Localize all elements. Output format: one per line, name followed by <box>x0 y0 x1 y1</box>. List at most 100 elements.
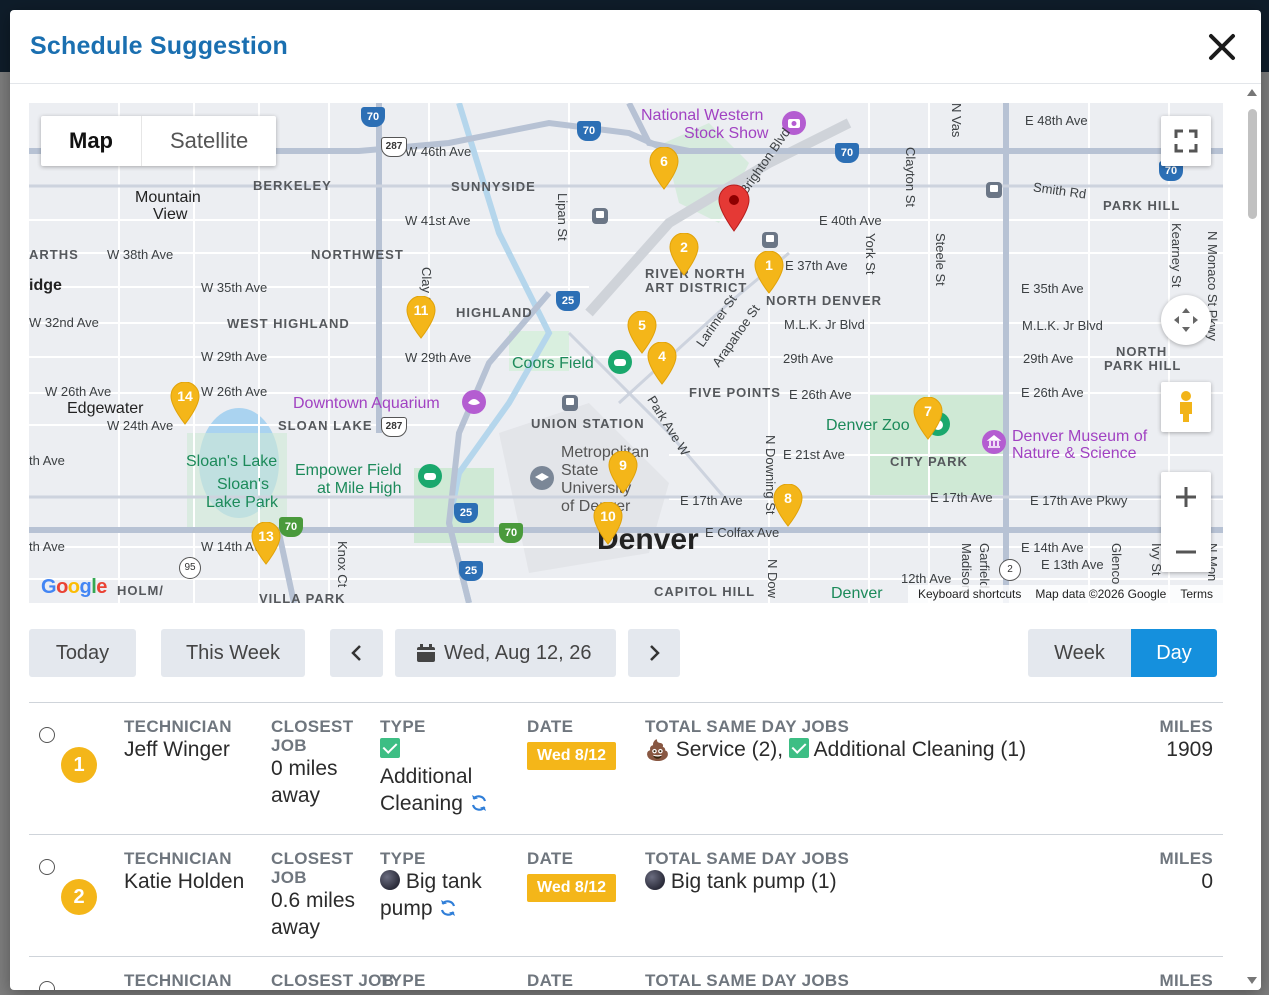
map-label-lipan: Lipan St <box>555 193 570 241</box>
day-view-button[interactable]: Day <box>1131 629 1217 677</box>
map[interactable]: National Western Stock Show E 48th Ave W… <box>29 103 1223 603</box>
closest-job-header: CLOSEST JOB <box>271 849 354 887</box>
miles-header: MILES <box>1159 849 1213 868</box>
map-label-n-vas: N Vas <box>949 103 964 138</box>
map-label-th-ave: th Ave <box>29 453 65 468</box>
map-type-map-button[interactable]: Map <box>41 116 142 166</box>
select-radio[interactable] <box>39 727 55 743</box>
interstate-70-shield: 70 <box>361 107 385 127</box>
modal-scrollbar[interactable] <box>1243 85 1261 990</box>
select-radio[interactable] <box>39 981 55 990</box>
map-data-attribution: Map data ©2026 Google <box>1035 587 1167 601</box>
map-pin-7[interactable]: 7 <box>913 396 943 441</box>
map-label-w29th-a: W 29th Ave <box>201 349 268 364</box>
chevron-left-icon <box>351 645 361 661</box>
suggestion-row[interactable]: TECHNICIAN CLOSEST JOB TYPE DATE TOTAL S… <box>29 956 1223 990</box>
prev-date-button[interactable] <box>330 629 383 677</box>
google-logo: Google <box>41 576 107 598</box>
modal-body: National Western Stock Show E 48th Ave W… <box>10 85 1243 990</box>
map-label-e26th-b: E 26th Ave <box>1021 385 1084 400</box>
type-header: TYPE <box>380 849 426 868</box>
zoom-in-icon[interactable] <box>1161 472 1211 522</box>
rank-badge: 2 <box>61 879 97 915</box>
fullscreen-button[interactable] <box>1161 116 1211 166</box>
closest-job-header: CLOSEST JOB <box>271 717 354 755</box>
map-pan-control[interactable] <box>1161 295 1211 345</box>
street-view-pegman-button[interactable] <box>1161 382 1211 432</box>
map-label-w41st: W 41st Ave <box>405 213 471 228</box>
map-label-sloans-lake-park-2: Lake Park <box>206 494 279 511</box>
transit-icon <box>592 208 608 224</box>
pegman-icon <box>1180 391 1192 422</box>
scroll-thumb[interactable] <box>1248 109 1257 219</box>
map-label-e17th-b: E 17th Ave <box>930 490 993 505</box>
technician-header: TECHNICIAN <box>124 717 232 736</box>
map-label-kearney: Kearney St <box>1169 223 1184 288</box>
closest-job-column: CLOSEST JOB <box>271 971 394 990</box>
chevron-right-icon <box>650 645 660 661</box>
fullscreen-icon <box>1174 129 1198 153</box>
keyboard-shortcuts-link[interactable]: Keyboard shortcuts <box>918 585 1021 603</box>
map-label-edgewater: Edgewater <box>67 400 144 417</box>
map-label-sunnyside: SUNNYSIDE <box>451 179 536 194</box>
suggestion-row[interactable]: 2 TECHNICIAN Katie Holden CLOSEST JOB 0.… <box>29 834 1223 956</box>
type-column: TYPE <box>380 971 426 990</box>
today-button[interactable]: Today <box>29 629 136 677</box>
interstate-25-shield-3: 25 <box>459 561 483 581</box>
date-toolbar: Today This Week Wed, Aug 12, 26 Week Day <box>29 629 1217 677</box>
scroll-up-arrow-icon[interactable] <box>1247 89 1257 96</box>
suggestion-row[interactable]: 1 TECHNICIAN Jeff Winger CLOSEST JOB 0 m… <box>29 702 1223 834</box>
date-picker-button[interactable]: Wed, Aug 12, 26 <box>395 629 616 677</box>
close-button[interactable] <box>1207 32 1237 62</box>
type-value: Additional Cleaning <box>380 736 500 817</box>
map-label-denver-zoo: Denver Zoo <box>826 417 910 434</box>
us-287-shield-2: 287 <box>381 417 407 437</box>
route-2-shield: 2 <box>999 559 1021 581</box>
map-label-knox: Knox Ct <box>335 541 350 588</box>
next-date-button[interactable] <box>628 629 680 677</box>
miles-column: MILES 0 <box>1160 849 1213 895</box>
map-pin-9[interactable]: 9 <box>608 450 638 495</box>
this-week-button[interactable]: This Week <box>161 629 305 677</box>
select-radio[interactable] <box>39 859 55 875</box>
scroll-down-arrow-icon[interactable] <box>1247 977 1257 984</box>
terms-link[interactable]: Terms <box>1180 585 1213 603</box>
map-label-steele: Steele St <box>933 233 948 286</box>
map-label-w46th: W 46th Ave <box>405 144 472 159</box>
closest-job-value: 0 miles away <box>271 757 338 807</box>
map-label-north-park-hill-1: NORTH <box>1116 344 1168 359</box>
map-pin-6[interactable]: 6 <box>649 146 679 191</box>
map-label-sloans-lake-park-1: Sloan's <box>217 476 269 493</box>
map-label-e26th-a: E 26th Ave <box>789 387 852 402</box>
map-pin-10[interactable]: 10 <box>593 501 623 546</box>
map-pin-5[interactable]: 5 <box>627 310 657 355</box>
map-pin-13[interactable]: 13 <box>251 521 281 566</box>
map-pin-8[interactable]: 8 <box>773 483 803 528</box>
map-pin-2[interactable]: 2 <box>669 232 699 277</box>
map-pin-11[interactable]: 11 <box>406 295 436 340</box>
highway-70-shield-6: 70 <box>499 523 523 543</box>
map-label-west-highland: WEST HIGHLAND <box>227 316 350 331</box>
map-type-satellite-button[interactable]: Satellite <box>142 116 276 166</box>
map-label-twelfth: 12th Ave <box>901 571 952 586</box>
type-column: TYPE Additional Cleaning <box>380 717 500 817</box>
map-label-museum-2: Nature & Science <box>1012 445 1137 462</box>
map-label-e17th-pkwy: E 17th Ave Pkwy <box>1030 493 1128 508</box>
total-jobs-value: 💩 Service (2), Additional Cleaning (1) <box>645 736 1026 765</box>
zoom-out-icon[interactable] <box>1161 527 1211 577</box>
date-header: DATE <box>527 971 574 990</box>
week-view-button[interactable]: Week <box>1028 629 1131 677</box>
map-label-empower-1: Empower Field <box>295 462 402 479</box>
map-label-capitol-hill: CAPITOL HILL <box>654 584 756 599</box>
date-column: DATE Wed 8/12 <box>527 717 617 770</box>
closest-job-column: CLOSEST JOB 0.6 miles away <box>271 849 361 941</box>
map-label-sloan-lake: SLOAN LAKE <box>278 418 373 433</box>
selected-location-pin-icon[interactable] <box>717 183 751 233</box>
technician-column: TECHNICIAN Katie Holden <box>124 849 244 895</box>
map-label-five-points: FIVE POINTS <box>689 385 781 400</box>
miles-header: MILES <box>1159 717 1213 736</box>
map-pin-14[interactable]: 14 <box>170 381 200 426</box>
map-label-e40th: E 40th Ave <box>819 213 882 228</box>
date-column: DATE Wed 8/12 <box>527 849 617 902</box>
map-pin-1[interactable]: 1 <box>754 250 784 295</box>
